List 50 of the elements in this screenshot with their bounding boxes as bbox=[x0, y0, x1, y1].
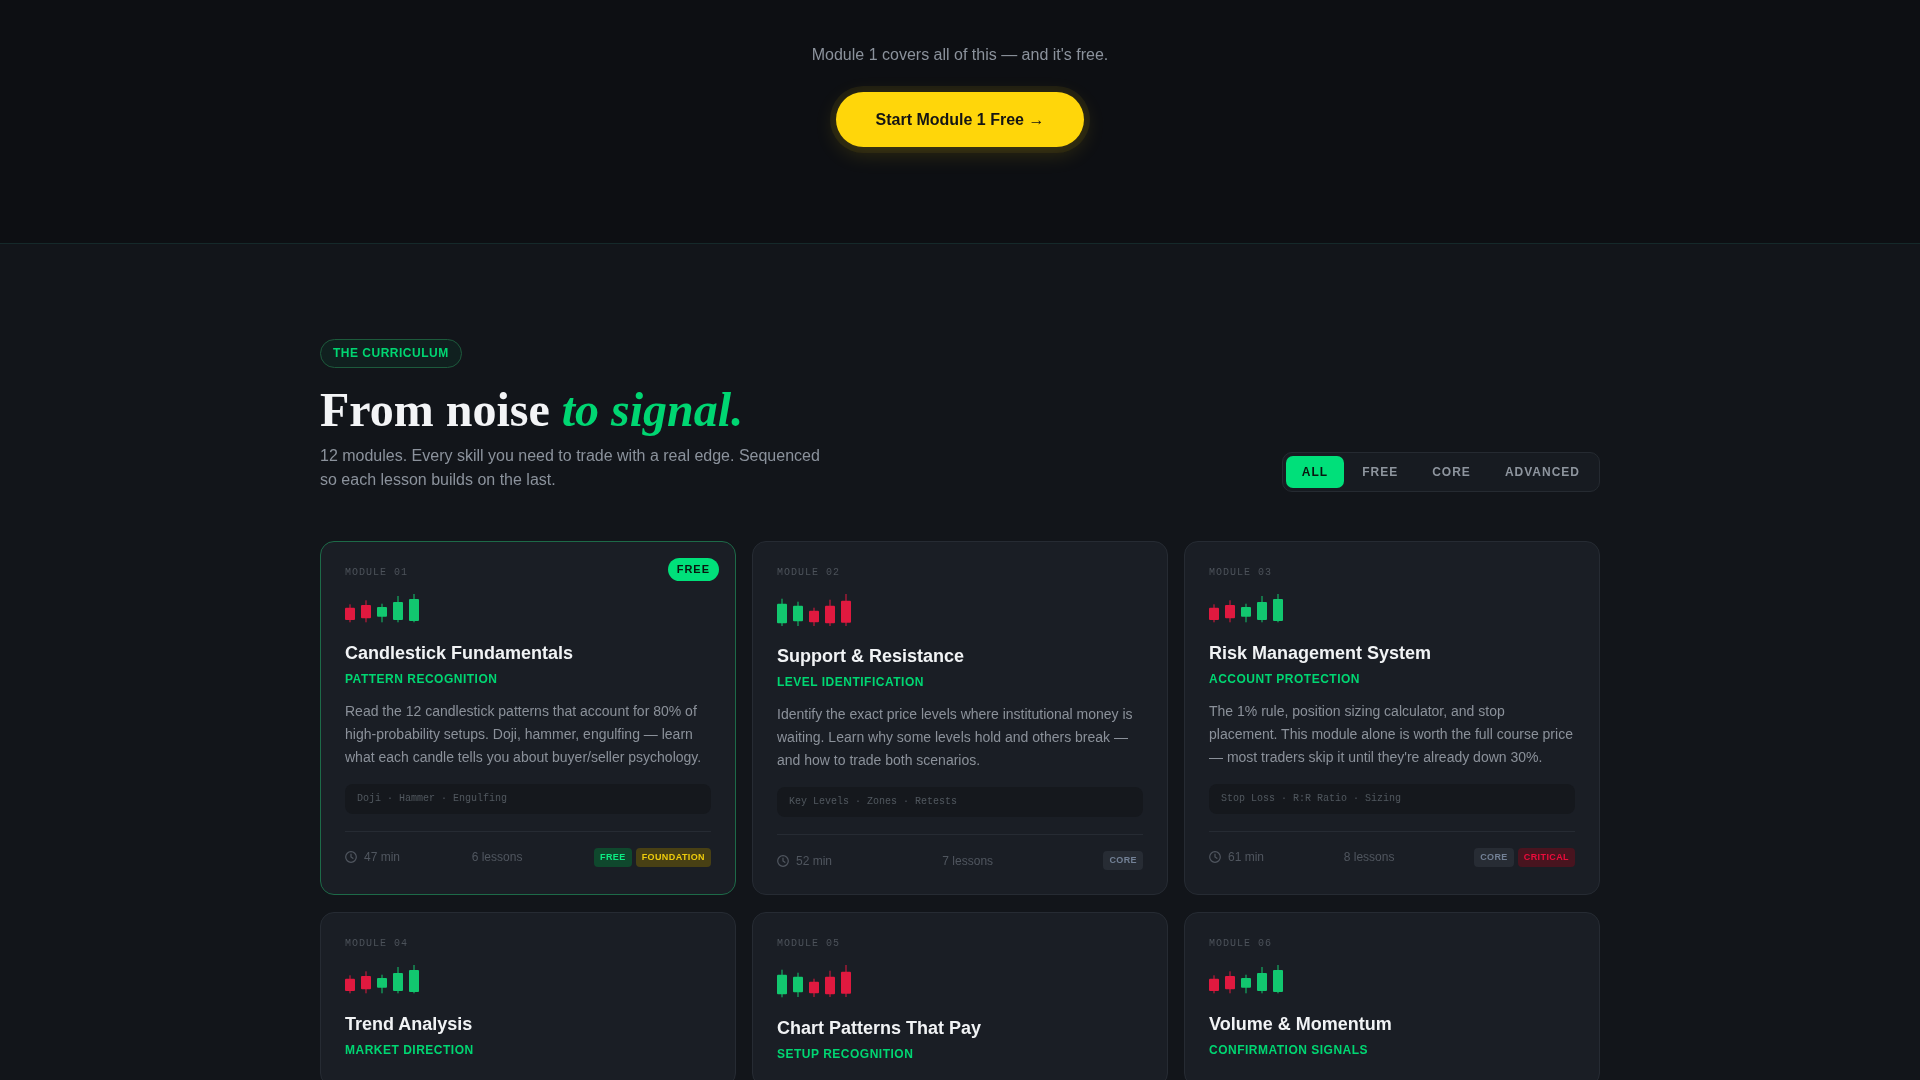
duration-text: 52 min bbox=[796, 852, 833, 869]
module-subtitle: PATTERN RECOGNITION bbox=[345, 670, 498, 687]
start-button[interactable]: Start Module 1 Free → bbox=[835, 92, 1085, 147]
module-tag: FOUNDATION bbox=[635, 847, 711, 867]
module-subtitle: ACCOUNT PROTECTION bbox=[1209, 670, 1360, 687]
module-subtitle: MARKET DIRECTION bbox=[345, 1042, 474, 1059]
candlestick-icon bbox=[1209, 593, 1283, 623]
duration-text: 47 min bbox=[364, 849, 401, 866]
intro-text: Module 1 covers all of this — and it's free. bbox=[811, 45, 1109, 65]
module-tag: CORE bbox=[1474, 847, 1514, 867]
module-card[interactable] bbox=[320, 540, 736, 896]
module-description: Read the 12 candlestick patterns that account for 80% of high-probability setups. Doji, hammer, engulfing — learn what each candle tells you about buyer/seller psychology. bbox=[345, 701, 703, 767]
filter-tab[interactable]: CORE bbox=[1416, 455, 1487, 488]
filter-tab[interactable]: FREE bbox=[1346, 455, 1415, 488]
module-title: Chart Patterns That Pay bbox=[777, 1016, 982, 1040]
filter-tab[interactable]: ALL bbox=[1285, 455, 1345, 488]
topic-list: Key Levels · Zones · Retests bbox=[777, 787, 1143, 818]
topic-list: Doji · Hammer · Engulfing bbox=[345, 783, 711, 814]
section-description: 12 modules. Every skill you need to trade with a real edge. Sequenced so each lesson builds on the last. bbox=[320, 445, 821, 490]
section-tag: THE CURRICULUM bbox=[320, 339, 462, 368]
module-card[interactable] bbox=[752, 540, 1168, 896]
topic-list: Stop Loss · R:R Ratio · Sizing bbox=[1209, 783, 1575, 814]
lesson-count: 8 lessons bbox=[1343, 849, 1395, 866]
candlestick-icon bbox=[345, 965, 419, 995]
candlestick-icon bbox=[345, 593, 419, 623]
module-tag: FREE bbox=[594, 847, 632, 867]
module-title: Candlestick Fundamentals bbox=[345, 641, 574, 665]
module-subtitle: CONFIRMATION SIGNALS bbox=[1209, 1042, 1369, 1059]
module-subtitle: LEVEL IDENTIFICATION bbox=[777, 674, 924, 691]
module-tag: CRITICAL bbox=[1517, 847, 1575, 867]
candlestick-icon bbox=[1209, 965, 1283, 995]
module-title: Risk Management System bbox=[1209, 641, 1432, 665]
candlestick-icon bbox=[777, 965, 851, 998]
section-heading: From noise to signal. bbox=[320, 384, 744, 437]
module-subtitle: SETUP RECOGNITION bbox=[777, 1045, 914, 1062]
duration-text: 61 min bbox=[1228, 849, 1265, 866]
clock-icon bbox=[1209, 851, 1221, 864]
filter-tab[interactable]: ADVANCED bbox=[1488, 455, 1596, 488]
clock-icon bbox=[777, 854, 789, 867]
clock-icon bbox=[345, 851, 357, 864]
free-badge: FREE bbox=[667, 557, 719, 581]
module-title: Support & Resistance bbox=[777, 645, 965, 669]
module-card[interactable] bbox=[1184, 540, 1600, 896]
module-description: The 1% rule, position sizing calculator, and stop placement. This module alone is worth the full course price — most traders skip it until they're already down 30%. bbox=[1209, 701, 1574, 767]
module-description: Identify the exact price levels where institutional money is waiting. Learn why some levels hold and others break — and how to trade both scenarios. bbox=[777, 705, 1134, 771]
lesson-count: 7 lessons bbox=[942, 852, 994, 869]
module-title: Trend Analysis bbox=[345, 1013, 473, 1037]
module-title: Volume & Momentum bbox=[1209, 1013, 1392, 1037]
module-tag: CORE bbox=[1103, 851, 1143, 871]
candlestick-icon bbox=[777, 593, 851, 627]
